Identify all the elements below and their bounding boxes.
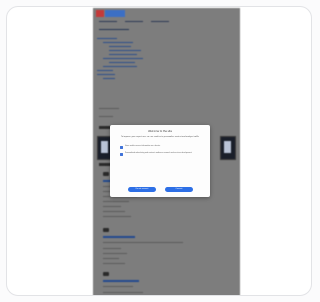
poster-thumbnail[interactable] bbox=[220, 136, 236, 160]
accept-button[interactable]: Consent bbox=[165, 187, 193, 192]
logo-wordmark bbox=[105, 10, 125, 17]
text-line bbox=[103, 253, 127, 254]
consent-option[interactable]: Personalised advertising and content, au… bbox=[120, 153, 200, 156]
tree-link[interactable] bbox=[97, 70, 113, 71]
dialog-body: To improve your experience, we use cooki… bbox=[121, 136, 199, 138]
tree-link[interactable] bbox=[103, 58, 143, 59]
entry-icon bbox=[103, 228, 109, 232]
tree-link[interactable] bbox=[97, 38, 117, 39]
nav-link[interactable] bbox=[99, 21, 117, 22]
tree-link[interactable] bbox=[109, 46, 131, 47]
category-tree bbox=[97, 38, 177, 82]
decline-button[interactable]: Do not consent bbox=[128, 187, 156, 192]
text-line bbox=[103, 201, 129, 202]
checkbox-icon[interactable] bbox=[120, 153, 123, 156]
text-line bbox=[103, 216, 131, 217]
text-line bbox=[103, 263, 125, 264]
tree-link[interactable] bbox=[109, 62, 135, 63]
checkbox-icon[interactable] bbox=[120, 146, 123, 149]
text-line bbox=[103, 242, 183, 243]
dialog-title: Welcome to the site bbox=[148, 130, 172, 133]
consent-dialog: Welcome to the site To improve your expe… bbox=[110, 125, 210, 197]
top-nav bbox=[99, 21, 169, 22]
consent-option-label: Personalised advertising and content, au… bbox=[125, 153, 192, 155]
text-line bbox=[99, 108, 119, 109]
consent-option[interactable]: Store and/or access information on a dev… bbox=[120, 146, 200, 149]
nav-link[interactable] bbox=[151, 21, 169, 22]
text-line bbox=[103, 292, 143, 293]
site-logo[interactable] bbox=[96, 10, 125, 18]
text-line bbox=[103, 286, 133, 287]
entry-icon bbox=[103, 272, 109, 276]
tree-link[interactable] bbox=[103, 66, 137, 67]
consent-option-label: Store and/or access information on a dev… bbox=[125, 146, 161, 148]
text-line bbox=[103, 211, 125, 212]
entry-icon bbox=[103, 172, 109, 176]
preview-card: Welcome to the site To improve your expe… bbox=[6, 6, 312, 296]
tree-link[interactable] bbox=[103, 78, 115, 79]
tree-link[interactable] bbox=[103, 42, 133, 43]
text-line bbox=[103, 248, 121, 249]
logo-mark bbox=[96, 10, 104, 17]
text-line bbox=[103, 258, 119, 259]
text-line bbox=[103, 206, 121, 207]
entry-title-link[interactable] bbox=[103, 236, 135, 238]
tree-link[interactable] bbox=[97, 74, 115, 75]
sub-nav bbox=[99, 29, 129, 30]
nav-link-current[interactable] bbox=[99, 29, 129, 30]
text-line bbox=[99, 116, 113, 117]
tree-link[interactable] bbox=[109, 54, 137, 55]
nav-link[interactable] bbox=[125, 21, 143, 22]
tree-link[interactable] bbox=[109, 50, 141, 51]
entry-title-link[interactable] bbox=[103, 280, 139, 282]
